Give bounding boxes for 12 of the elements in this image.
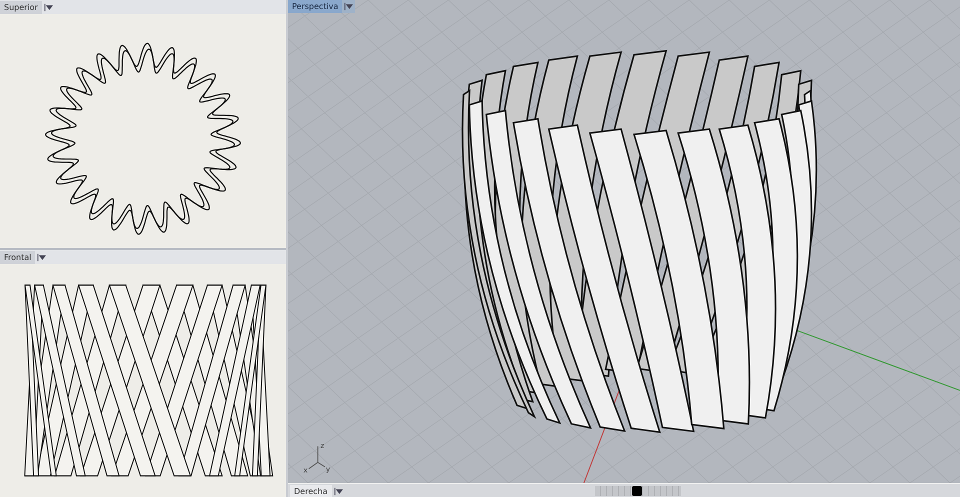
- dropdown-caret-icon[interactable]: [344, 2, 354, 11]
- dropdown-caret-icon[interactable]: [37, 252, 46, 262]
- dropdown-caret-icon[interactable]: [44, 2, 53, 12]
- axis-label: x: [303, 465, 308, 474]
- axis-label: z: [320, 441, 324, 450]
- viewport-tab[interactable]: Frontal: [0, 250, 36, 264]
- viewport-tab[interactable]: Superior: [0, 0, 42, 14]
- scroll-bar[interactable]: [594, 486, 680, 496]
- axis-label: y: [326, 464, 330, 474]
- viewport-tab[interactable]: Perspectiva: [288, 0, 342, 13]
- dropdown-caret-icon[interactable]: [334, 486, 342, 496]
- viewport-tab[interactable]: Derecha: [290, 485, 332, 497]
